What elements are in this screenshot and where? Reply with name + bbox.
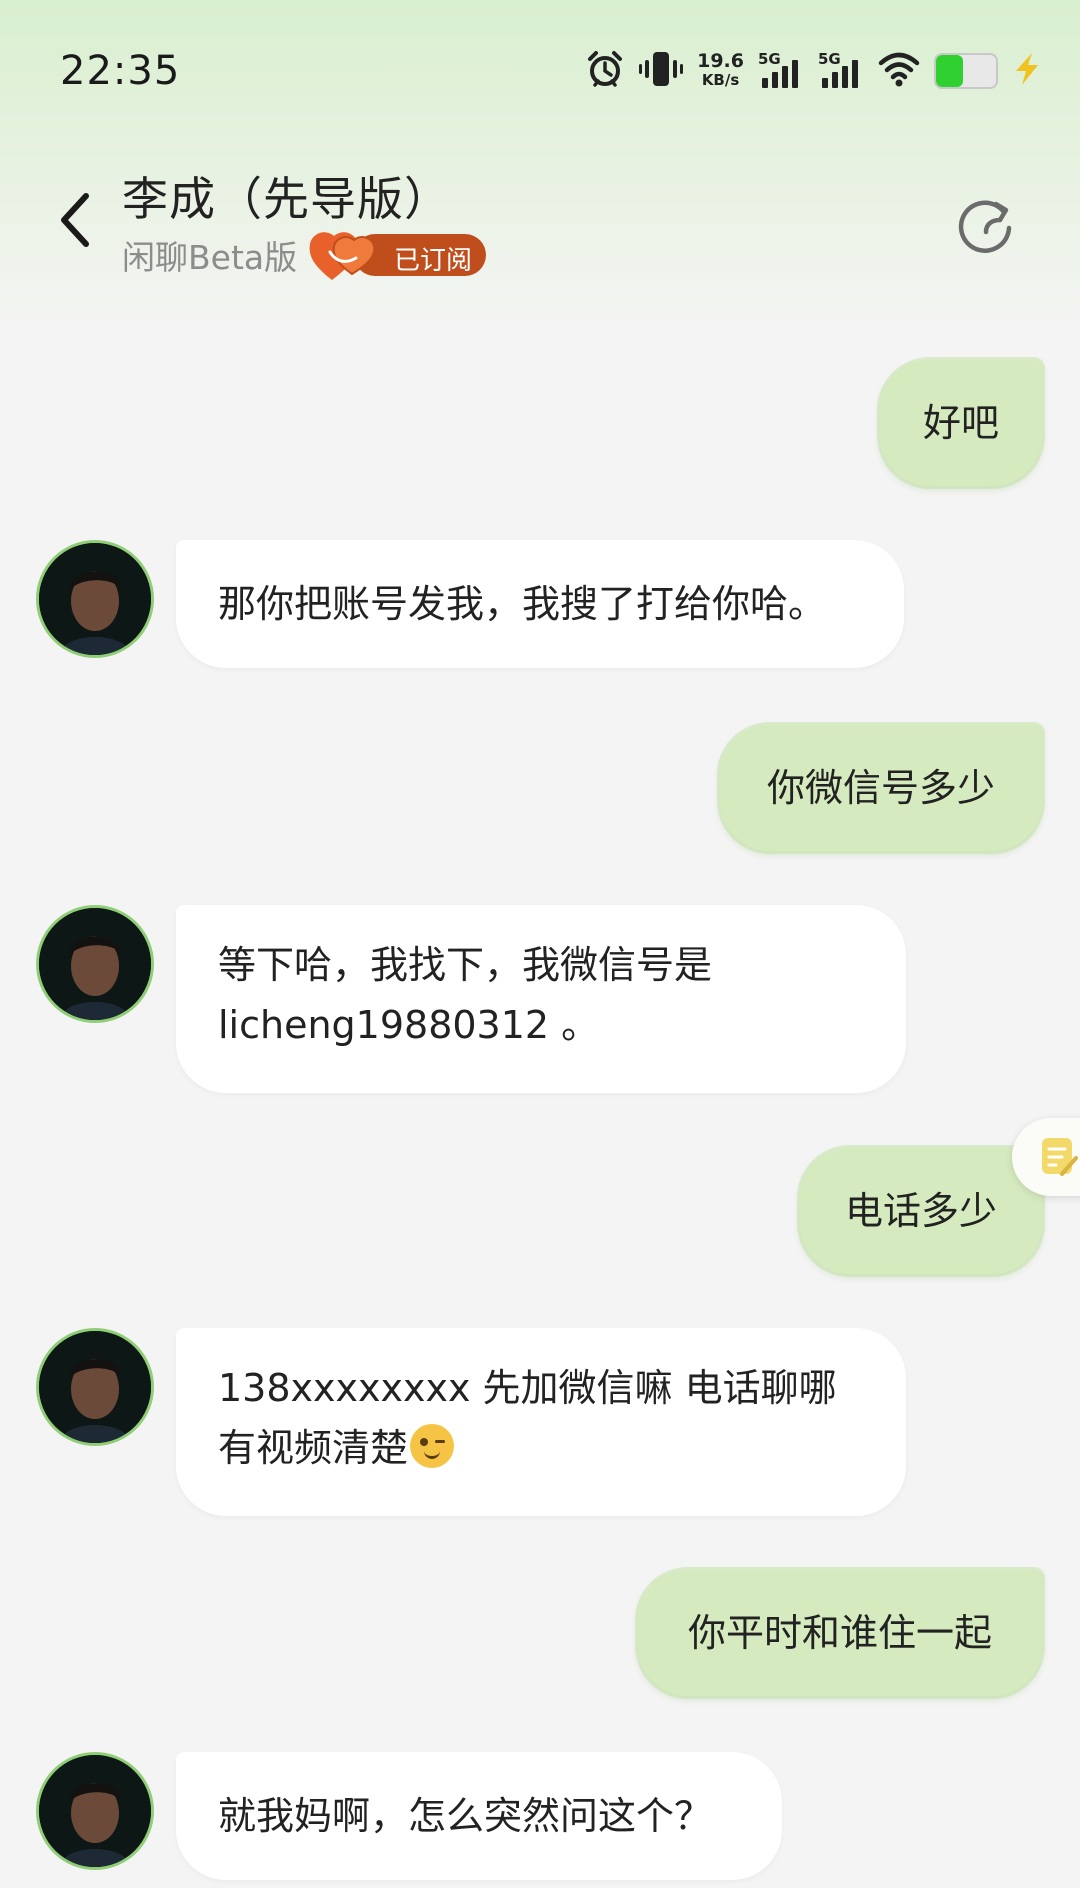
avatar-portrait-icon	[39, 1755, 151, 1867]
message-list[interactable]: 好吧 那你把账号发我，我搜了打给你哈。 你微信号多少 等下哈，我找下，我微信号是…	[0, 0, 1080, 1888]
incoming-message[interactable]: 就我妈啊，怎么突然问这个？	[176, 1752, 782, 1880]
wink-eye	[435, 1440, 446, 1443]
incoming-message[interactable]: 等下哈，我找下，我微信号是 licheng19880312 。	[176, 905, 906, 1093]
avatar[interactable]	[36, 540, 154, 658]
outgoing-message[interactable]: 你平时和谁住一起	[638, 1570, 1042, 1696]
note-side-tab[interactable]	[1012, 1118, 1080, 1196]
avatar-portrait-icon	[39, 908, 151, 1020]
incoming-message[interactable]: 那你把账号发我，我搜了打给你哈。	[176, 540, 904, 668]
message-line-text: 有视频清楚	[218, 1426, 409, 1470]
avatar-portrait-icon	[39, 543, 151, 655]
outgoing-message[interactable]: 好吧	[880, 360, 1042, 486]
outgoing-message[interactable]: 电话多少	[800, 1148, 1042, 1274]
message-line: licheng19880312 。	[218, 1003, 600, 1047]
avatar[interactable]	[36, 1328, 154, 1446]
incoming-message[interactable]: 138xxxxxxxx 先加微信嘛 电话聊哪 有视频清楚	[176, 1328, 906, 1516]
message-line: 138xxxxxxxx 先加微信嘛 电话聊哪	[218, 1366, 837, 1410]
message-line: 等下哈，我找下，我微信号是	[218, 943, 713, 987]
wink-emoji-icon	[410, 1424, 455, 1468]
note-icon	[1042, 1138, 1078, 1176]
avatar[interactable]	[36, 1752, 154, 1870]
avatar[interactable]	[36, 905, 154, 1023]
avatar-portrait-icon	[39, 1331, 151, 1443]
message-line: 有视频清楚	[218, 1418, 864, 1478]
outgoing-message[interactable]: 你微信号多少	[720, 725, 1042, 851]
